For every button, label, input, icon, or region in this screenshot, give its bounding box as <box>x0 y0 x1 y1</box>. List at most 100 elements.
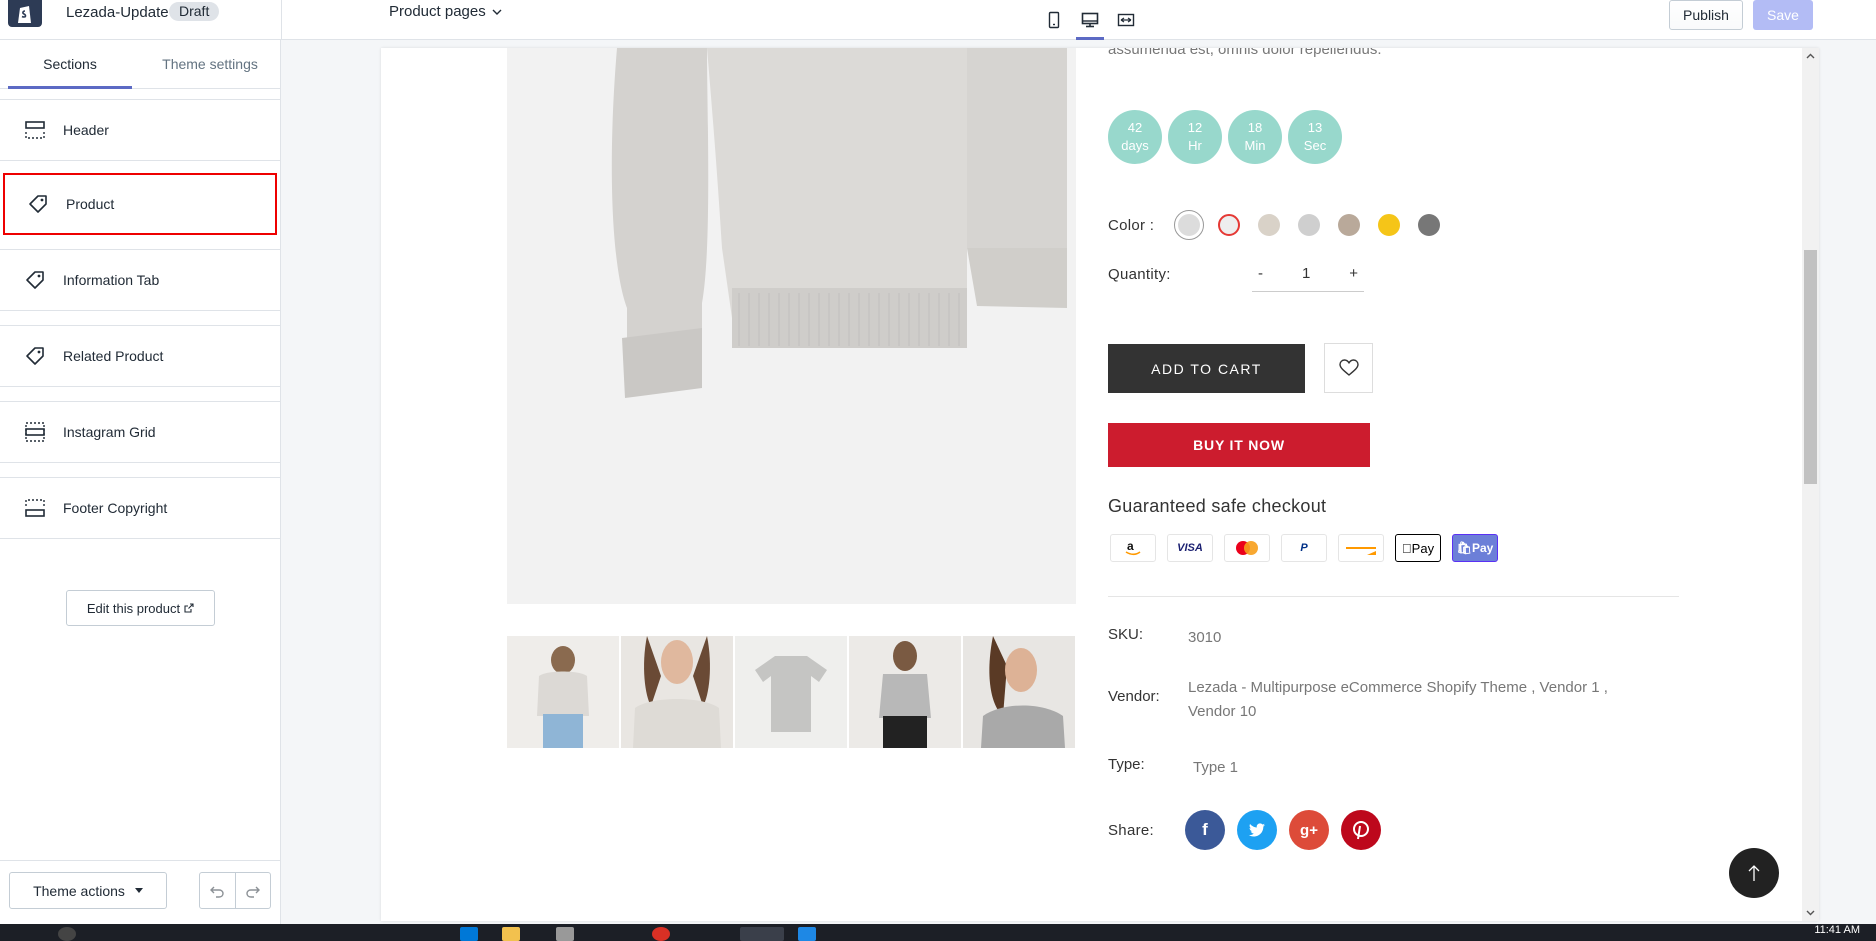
taskbar-clock: 11:41 AM <box>1814 924 1860 936</box>
viewport-switcher <box>1036 0 1144 40</box>
scroll-up-arrow-icon[interactable] <box>1806 52 1815 61</box>
quantity-decrease-button[interactable]: - <box>1256 265 1265 282</box>
product-thumbnails <box>507 636 1075 748</box>
vendor-value-line: Vendor 10 <box>1188 703 1257 720</box>
desktop-view-button[interactable] <box>1072 0 1108 40</box>
sidebar-footer: Theme actions <box>0 860 280 924</box>
os-taskbar: 11:41 AM <box>0 924 1876 941</box>
section-item-product[interactable]: Product <box>3 173 277 235</box>
publish-button[interactable]: Publish <box>1669 0 1743 30</box>
color-label: Color : <box>1108 216 1155 234</box>
countdown-days-value: 42 <box>1127 120 1143 135</box>
taskbar-active-app-icon[interactable] <box>740 927 784 941</box>
quantity-increase-button[interactable]: + <box>1347 265 1360 282</box>
edit-product-button[interactable]: Edit this product <box>66 590 215 626</box>
taskbar-app-icon[interactable] <box>556 927 574 941</box>
color-swatch[interactable] <box>1294 210 1324 240</box>
arrow-up-icon <box>1748 865 1760 881</box>
preview-scrollbar[interactable] <box>1802 48 1819 921</box>
facebook-icon[interactable]: f <box>1185 810 1225 850</box>
tab-sections[interactable]: Sections <box>0 40 140 89</box>
grid-layout-icon <box>23 420 47 444</box>
shop-pay-icon: 🛍Pay <box>1452 534 1498 562</box>
google-plus-glyph: g+ <box>1300 821 1318 839</box>
fullwidth-view-button[interactable] <box>1108 0 1144 40</box>
color-swatch[interactable] <box>1214 210 1244 240</box>
thumbnail-image[interactable] <box>621 636 733 748</box>
quantity-stepper: - 1 + <box>1252 256 1364 292</box>
undo-button[interactable] <box>200 873 236 908</box>
store-preview-frame: assumenda est, omnis dolor repellendus. … <box>381 48 1819 921</box>
search-icon[interactable] <box>58 927 76 941</box>
buy-it-now-button[interactable]: BUY IT NOW <box>1108 423 1370 467</box>
product-main-image[interactable] <box>507 48 1076 604</box>
shopify-logo-icon[interactable] <box>8 0 42 27</box>
twitter-icon[interactable] <box>1237 810 1277 850</box>
redo-icon <box>246 886 260 898</box>
save-button[interactable]: Save <box>1753 0 1813 30</box>
type-row: Type: Type 1 <box>1108 756 1238 780</box>
taskbar-app-icon[interactable] <box>460 927 478 941</box>
mobile-view-button[interactable] <box>1036 0 1072 40</box>
share-row: Share: f g+ <box>1108 810 1381 850</box>
google-plus-icon[interactable]: g+ <box>1289 810 1329 850</box>
color-swatch[interactable] <box>1254 210 1284 240</box>
quantity-input[interactable]: 1 <box>1300 265 1312 282</box>
topbar-divider <box>281 0 282 40</box>
sweater-image <box>611 48 1067 398</box>
section-item-instagram-grid[interactable]: Instagram Grid <box>0 401 280 463</box>
facebook-glyph: f <box>1202 820 1208 839</box>
mobile-icon <box>1048 11 1060 29</box>
chrome-icon[interactable] <box>652 927 670 941</box>
scroll-down-arrow-icon[interactable] <box>1806 908 1815 917</box>
page-type-selector[interactable]: Product pages <box>389 3 502 20</box>
sku-label: SKU: <box>1108 626 1144 643</box>
countdown-seconds: 13 Sec <box>1288 110 1342 164</box>
theme-actions-button[interactable]: Theme actions <box>9 872 167 909</box>
back-to-top-button[interactable] <box>1729 848 1779 898</box>
countdown-days: 42 days <box>1108 110 1162 164</box>
section-item-label: Instagram Grid <box>63 424 156 440</box>
countdown-minutes-unit: Min <box>1244 138 1266 153</box>
type-value: Type 1 <box>1193 759 1239 776</box>
external-link-icon <box>184 603 194 613</box>
section-list: Header Product Information Tab Related P… <box>0 99 280 539</box>
countdown-hours-unit: Hr <box>1188 138 1202 153</box>
thumbnail-image[interactable] <box>507 636 619 748</box>
header-layout-icon <box>23 118 47 142</box>
color-swatch[interactable] <box>1414 210 1444 240</box>
taskbar-app-icon[interactable] <box>798 927 816 941</box>
section-item-footer-copyright[interactable]: Footer Copyright <box>0 477 280 539</box>
color-swatch[interactable] <box>1334 210 1364 240</box>
section-item-information-tab[interactable]: Information Tab <box>0 249 280 311</box>
countdown-hours: 12 Hr <box>1168 110 1222 164</box>
quantity-label: Quantity: <box>1108 266 1171 283</box>
color-swatch[interactable] <box>1374 210 1404 240</box>
edit-product-label: Edit this product <box>86 600 181 616</box>
scrollbar-thumb[interactable] <box>1804 250 1817 484</box>
thumbnail-image[interactable] <box>963 636 1075 748</box>
payment-icons: a VISA P Pay 🛍Pay <box>1110 534 1498 562</box>
add-to-cart-button[interactable]: ADD TO CART <box>1108 344 1305 393</box>
details-divider <box>1108 596 1679 597</box>
thumbnail-image[interactable] <box>849 636 961 748</box>
tab-theme-settings[interactable]: Theme settings <box>140 40 280 88</box>
section-item-header[interactable]: Header <box>0 99 280 161</box>
countdown-timer: 42 days 12 Hr 18 Min 13 Sec <box>1108 110 1342 164</box>
chevron-down-icon <box>492 9 502 15</box>
countdown-seconds-unit: Sec <box>1303 138 1327 153</box>
tag-icon <box>23 344 47 368</box>
svg-text:a: a <box>1127 539 1134 553</box>
share-icons: f g+ <box>1185 810 1381 850</box>
section-item-related-product[interactable]: Related Product <box>0 325 280 387</box>
redo-button[interactable] <box>236 873 271 908</box>
footer-layout-icon <box>23 496 47 520</box>
color-swatch[interactable] <box>1174 210 1205 240</box>
pinterest-icon[interactable] <box>1341 810 1381 850</box>
undo-icon <box>210 886 224 898</box>
wishlist-button[interactable] <box>1324 343 1373 393</box>
folder-icon[interactable] <box>502 927 520 941</box>
status-badge: Draft <box>169 2 220 21</box>
thumbnail-image[interactable] <box>735 636 847 748</box>
countdown-seconds-value: 13 <box>1307 120 1323 135</box>
